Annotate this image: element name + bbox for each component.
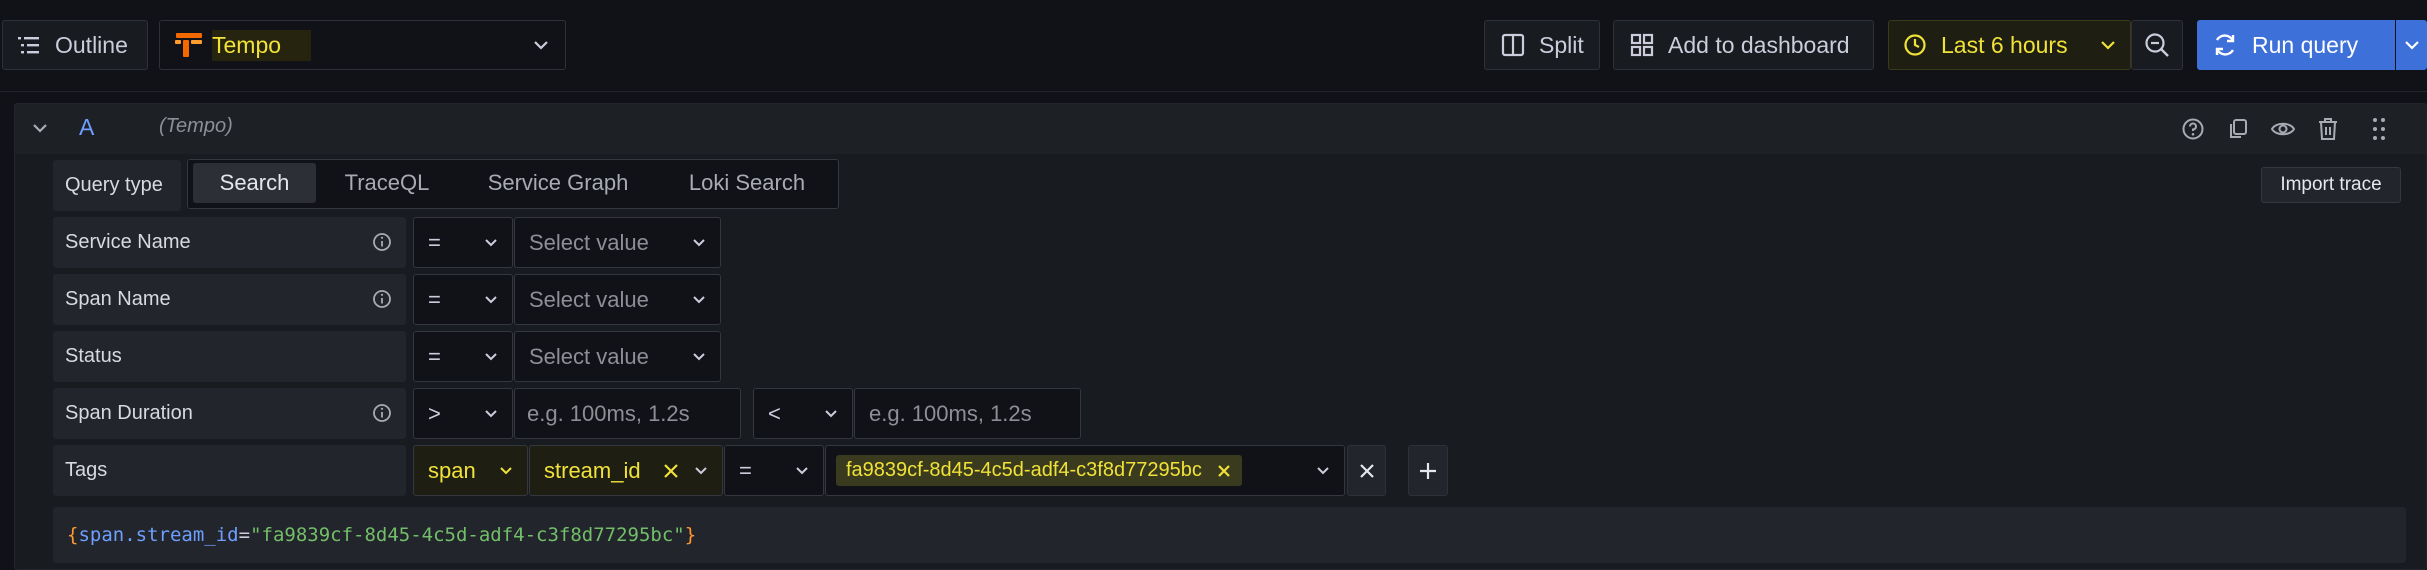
query-datasource-tag: (Tempo) [159,115,233,137]
import-trace-button[interactable]: Import trace [2261,167,2401,203]
duration-max-operator-select[interactable]: < [753,388,853,439]
service-name-operator-select[interactable]: = [413,217,513,268]
clear-tag-key-icon[interactable] [662,462,680,480]
chevron-down-icon [692,294,706,306]
zoom-out-button[interactable] [2131,20,2183,70]
list-tree-icon [17,35,41,55]
apps-grid-icon [1630,33,1654,57]
chevron-down-icon [484,294,498,306]
chevron-down-icon [2404,39,2420,51]
duration-max-input[interactable]: e.g. 100ms, 1.2s [854,388,1081,439]
preview-close-brace: } [684,524,697,546]
chevron-down-icon [692,237,706,249]
split-button[interactable]: Split [1484,20,1600,70]
span-name-value-select[interactable]: Select value [514,274,721,325]
time-range-label: Last 6 hours [1941,31,2068,58]
info-icon[interactable] [372,232,392,252]
tab-loki-search[interactable]: Loki Search [668,163,826,203]
info-icon[interactable] [372,289,392,309]
query-ref-id[interactable]: A [79,114,94,141]
trash-icon[interactable] [2316,116,2340,142]
preview-equals: = [238,524,251,546]
status-value-select[interactable]: Select value [514,331,721,382]
add-to-dashboard-button[interactable]: Add to dashboard [1613,20,1874,70]
outline-label: Outline [55,31,128,58]
time-range-picker[interactable]: Last 6 hours [1888,20,2131,70]
tab-search[interactable]: Search [193,163,316,203]
chevron-down-icon [484,408,498,420]
duration-min-operator-select[interactable]: > [413,388,513,439]
span-name-label: Span Name [53,274,406,325]
tag-value-chip: fa9839cf-8d45-4c5d-adf4-c3f8d77295bc [836,455,1242,486]
tempo-logo-icon [174,31,204,59]
duplicate-query-icon[interactable] [2226,117,2250,141]
status-operator-select[interactable]: = [413,331,513,382]
add-to-dashboard-label: Add to dashboard [1668,31,1850,58]
chevron-down-icon [484,351,498,363]
chevron-down-icon [2100,39,2116,51]
tag-operator-select[interactable]: = [724,445,824,496]
tag-key-select[interactable]: stream_id [529,445,723,496]
tag-scope-select[interactable]: span [413,445,528,496]
tag-value-select[interactable]: fa9839cf-8d45-4c5d-adf4-c3f8d77295bc [825,445,1345,496]
chevron-down-icon [795,465,809,477]
run-query-options-button[interactable] [2396,20,2427,70]
service-name-value-select[interactable]: Select value [514,217,721,268]
plus-icon [1418,461,1438,481]
close-icon [1359,463,1375,479]
chevron-down-icon [694,465,708,477]
traceql-preview: {span.stream_id = "fa9839cf-8d45-4c5d-adf4… [53,507,2406,563]
drag-handle-icon[interactable] [2372,116,2386,142]
preview-value: "fa9839cf-8d45-4c5d-adf4-c3f8d77295bc" [250,524,685,546]
outline-button[interactable]: Outline [2,20,148,70]
chevron-down-icon [484,237,498,249]
preview-open-brace: { [67,524,79,546]
span-name-operator-select[interactable]: = [413,274,513,325]
chevron-down-icon [824,408,838,420]
clock-icon [1903,33,1927,57]
zoom-out-icon [2144,32,2170,58]
chevron-down-icon [533,39,549,51]
chevron-down-icon [692,351,706,363]
run-query-label: Run query [2252,31,2359,58]
chevron-down-icon [1316,465,1330,477]
help-icon[interactable] [2181,117,2205,141]
add-tag-button[interactable] [1408,445,1448,496]
service-name-label: Service Name [53,217,406,268]
remove-tag-button[interactable] [1347,445,1386,496]
split-columns-icon [1501,33,1525,57]
span-duration-label: Span Duration [53,388,406,439]
query-type-label: Query type [53,160,181,211]
toggle-visibility-eye-icon[interactable] [2270,117,2296,141]
chevron-down-icon [499,465,513,477]
datasource-name: Tempo [212,29,312,61]
refresh-icon [2212,32,2238,58]
tab-traceql[interactable]: TraceQL [322,163,452,203]
duration-min-input[interactable]: e.g. 100ms, 1.2s [514,388,741,439]
datasource-picker[interactable]: Tempo [159,20,566,70]
tab-service-graph[interactable]: Service Graph [466,163,650,203]
info-icon[interactable] [372,403,392,423]
collapse-chevron-icon[interactable] [32,122,48,134]
preview-key: span.stream_id [78,524,239,546]
run-query-button[interactable]: Run query [2197,20,2395,70]
tags-label: Tags [53,445,406,496]
query-row-header [15,104,2426,154]
split-label: Split [1539,31,1584,58]
remove-value-icon[interactable] [1216,463,1232,479]
status-label: Status [53,331,406,382]
